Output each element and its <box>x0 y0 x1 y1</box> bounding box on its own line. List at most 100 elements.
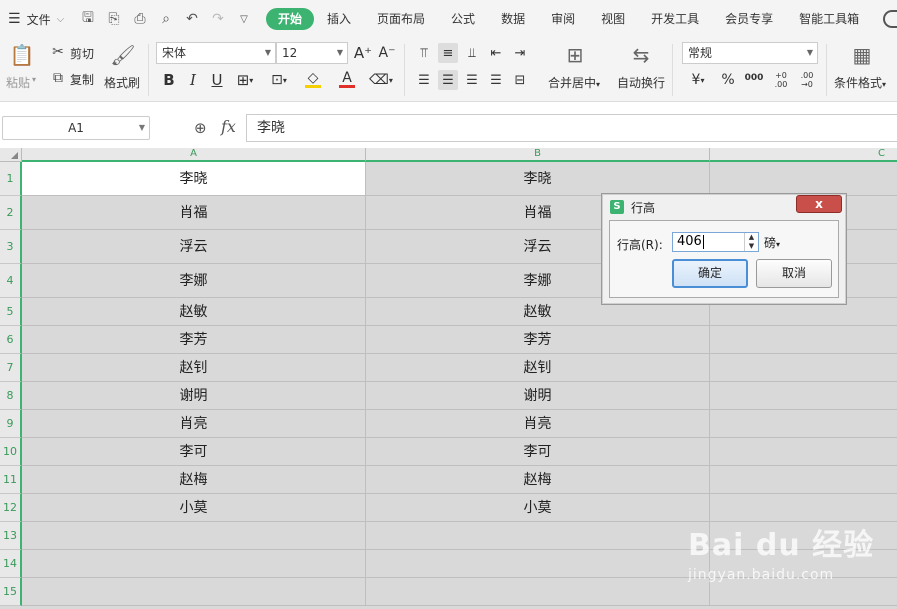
tab-insert[interactable]: 插入 <box>314 8 364 30</box>
column-header-a[interactable]: A <box>22 148 366 162</box>
format-painter-icon[interactable]: 🖌 <box>110 40 136 70</box>
close-button[interactable]: x <box>796 195 842 213</box>
cell-a3[interactable]: 浮云 <box>22 230 366 264</box>
percent-button[interactable]: % <box>718 70 738 90</box>
print-icon[interactable]: ⎙ <box>132 11 148 27</box>
cell-b9[interactable]: 肖亮 <box>366 410 710 438</box>
cell-a7[interactable]: 赵钊 <box>22 354 366 382</box>
cell-c7[interactable] <box>710 354 897 382</box>
column-header-c[interactable]: C <box>710 148 897 162</box>
underline-button[interactable]: U <box>208 70 226 90</box>
format-painter-button[interactable]: 格式刷 <box>104 74 140 91</box>
row-header[interactable]: 6 <box>0 326 22 354</box>
distributed-icon[interactable]: ⊟ <box>510 70 530 90</box>
cell-b7[interactable]: 赵钊 <box>366 354 710 382</box>
bold-button[interactable]: B <box>160 70 178 90</box>
row-header[interactable]: 9 <box>0 410 22 438</box>
conditional-format-icon[interactable]: ▦ <box>848 42 876 68</box>
row-header[interactable]: 13 <box>0 522 22 550</box>
align-bottom-icon[interactable]: ⫫ <box>462 43 482 63</box>
outdent-icon[interactable]: ⇤ <box>486 43 506 63</box>
cell-a5[interactable]: 赵敏 <box>22 298 366 326</box>
wrap-text-button[interactable]: 自动换行 <box>617 74 665 91</box>
row-header[interactable]: 8 <box>0 382 22 410</box>
row-header[interactable]: 1 <box>0 162 22 196</box>
cell-a13[interactable] <box>22 522 366 550</box>
row-header[interactable]: 15 <box>0 578 22 606</box>
indent-icon[interactable]: ⇥ <box>510 43 530 63</box>
row-header[interactable]: 10 <box>0 438 22 466</box>
tab-view[interactable]: 视图 <box>588 8 638 30</box>
italic-button[interactable]: I <box>184 70 202 90</box>
cell-c12[interactable] <box>710 494 897 522</box>
row-header[interactable]: 12 <box>0 494 22 522</box>
dialog-title-bar[interactable]: S 行高 x <box>602 194 846 220</box>
scissors-icon[interactable]: ✂ <box>50 44 66 60</box>
cell-b11[interactable]: 赵梅 <box>366 466 710 494</box>
cell-b15[interactable] <box>366 578 710 606</box>
row-header[interactable]: 3 <box>0 230 22 264</box>
cell-b1[interactable]: 李晓 <box>366 162 710 196</box>
customize-chevron-icon[interactable]: ▽ <box>236 14 252 25</box>
currency-button[interactable]: ¥ ▾ <box>684 70 712 90</box>
justify-icon[interactable]: ☰ <box>486 70 506 90</box>
align-right-icon[interactable]: ☰ <box>462 70 482 90</box>
cell-style-icon[interactable]: ⊡ ▾ <box>266 70 292 90</box>
tab-page-layout[interactable]: 页面布局 <box>364 8 438 30</box>
number-format-select[interactable]: 常规 ▼ <box>682 42 818 64</box>
row-header[interactable]: 5 <box>0 298 22 326</box>
merge-center-icon[interactable]: ⊞ <box>560 42 590 68</box>
thousands-button[interactable]: 000 <box>742 68 766 88</box>
redo-icon[interactable]: ↷ <box>210 11 226 27</box>
copy-button[interactable]: 复制 <box>70 71 94 88</box>
tab-data[interactable]: 数据 <box>488 8 538 30</box>
font-color-button[interactable]: A <box>334 68 360 90</box>
save-icon[interactable]: 🖫 <box>80 7 96 31</box>
cell-c9[interactable] <box>710 410 897 438</box>
zoom-icon[interactable]: ⊕ <box>194 119 207 137</box>
insert-function-button[interactable]: fx <box>221 117 236 136</box>
align-top-icon[interactable]: ⫪ <box>414 43 434 63</box>
decrease-decimal-button[interactable]: .00 →0 <box>796 68 818 92</box>
font-size-select[interactable]: 12 ▼ <box>276 42 348 64</box>
paste-icon[interactable]: 📋 <box>10 42 35 68</box>
font-name-select[interactable]: 宋体 ▼ <box>156 42 276 64</box>
cell-a6[interactable]: 李芳 <box>22 326 366 354</box>
paste-chevron-icon[interactable]: ▾ <box>32 75 36 84</box>
cell-b14[interactable] <box>366 550 710 578</box>
tab-review[interactable]: 审阅 <box>538 8 588 30</box>
cell-a2[interactable]: 肖福 <box>22 196 366 230</box>
cell-c8[interactable] <box>710 382 897 410</box>
row-header[interactable]: 2 <box>0 196 22 230</box>
cell-b10[interactable]: 李可 <box>366 438 710 466</box>
cell-a9[interactable]: 肖亮 <box>22 410 366 438</box>
name-box[interactable]: A1 ▼ <box>2 116 150 140</box>
cell-c1[interactable] <box>710 162 897 196</box>
cell-a12[interactable]: 小莫 <box>22 494 366 522</box>
export-icon[interactable]: ⎘ <box>106 11 122 27</box>
align-left-icon[interactable]: ☰ <box>414 70 434 90</box>
row-header[interactable]: 4 <box>0 264 22 298</box>
clear-format-icon[interactable]: ⌫ ▾ <box>368 70 394 90</box>
align-center-icon[interactable]: ☰ <box>438 70 458 90</box>
row-header[interactable]: 14 <box>0 550 22 578</box>
cell-b13[interactable] <box>366 522 710 550</box>
undo-icon[interactable]: ↶ <box>184 11 200 27</box>
merge-center-button[interactable]: 合并居中▾ <box>548 74 600 91</box>
cell-b6[interactable]: 李芳 <box>366 326 710 354</box>
grow-font-icon[interactable]: A⁺ <box>354 44 372 62</box>
cell-a14[interactable] <box>22 550 366 578</box>
file-menu[interactable]: ☰ 文件 ⌵ <box>0 11 80 28</box>
conditional-format-button[interactable]: 条件格式▾ <box>834 74 886 91</box>
tab-developer[interactable]: 开发工具 <box>638 8 712 30</box>
increase-decimal-button[interactable]: +0 .00 <box>770 68 792 92</box>
tab-member[interactable]: 会员专享 <box>712 8 786 30</box>
copy-icon[interactable]: ⧉ <box>50 70 66 86</box>
cell-a11[interactable]: 赵梅 <box>22 466 366 494</box>
spin-buttons[interactable]: ▲ ▼ <box>744 233 758 251</box>
cell-a15[interactable] <box>22 578 366 606</box>
search-icon[interactable] <box>883 10 897 28</box>
borders-icon[interactable]: ⊞ ▾ <box>232 70 258 90</box>
cell-b8[interactable]: 谢明 <box>366 382 710 410</box>
ok-button[interactable]: 确定 <box>672 259 748 288</box>
